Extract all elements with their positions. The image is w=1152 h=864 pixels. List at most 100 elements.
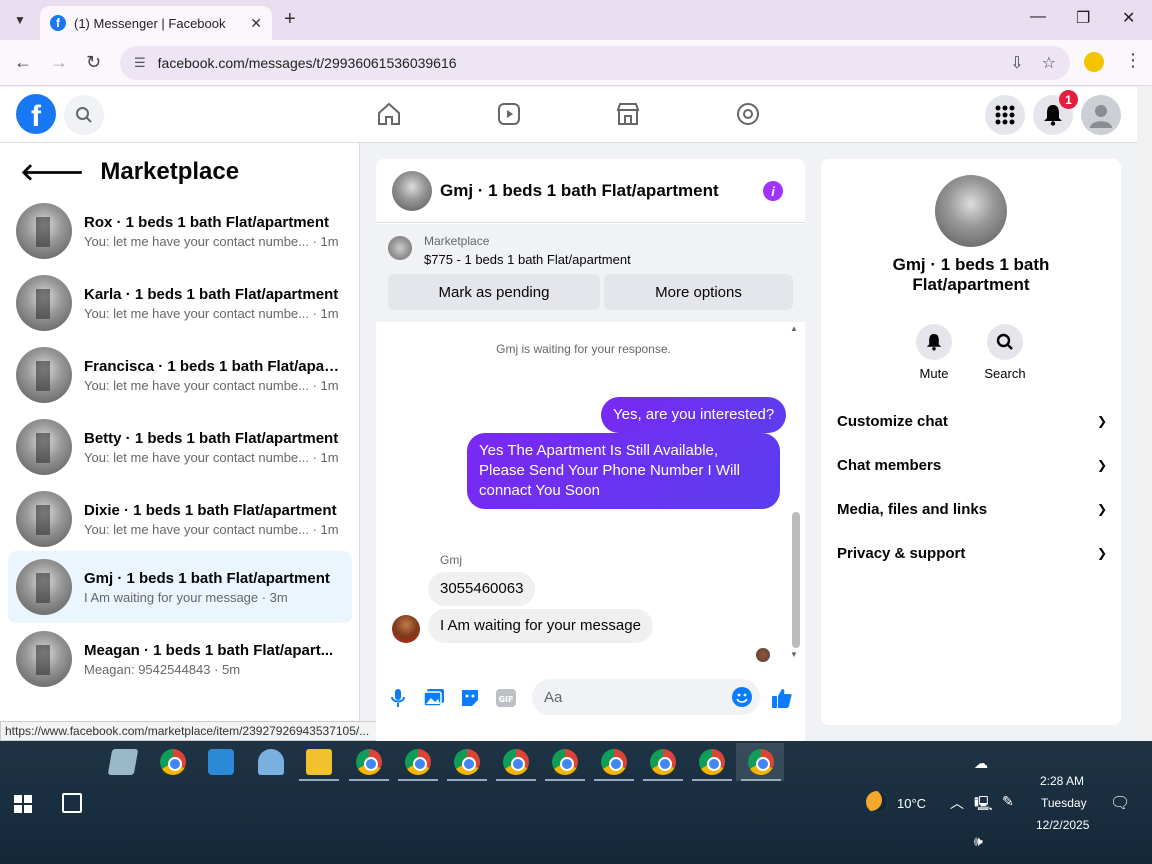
conversation-item[interactable]: Meagan · 1 beds 1 bath Flat/apart... Meag… — [8, 625, 352, 693]
back-icon[interactable]: ← — [14, 52, 32, 73]
chrome-profile-icon[interactable] — [356, 749, 382, 775]
conversation-item[interactable]: Betty · 1 beds 1 bath Flat/apartment You:… — [8, 413, 352, 481]
more-options-button[interactable]: More options — [604, 274, 793, 310]
notifications-center-icon[interactable]: 🗨 — [1110, 793, 1130, 813]
customize-chat-row[interactable]: Customize chat ❯ — [837, 399, 1107, 443]
extension-icon[interactable] — [1084, 52, 1104, 72]
info-icon[interactable]: i — [763, 181, 783, 201]
emoji-icon[interactable] — [732, 687, 752, 707]
privacy-support-row[interactable]: Privacy & support ❯ — [837, 531, 1107, 575]
chrome-icon[interactable] — [160, 749, 186, 775]
windows-taskbar: ☁ 10°C ︿ 🖳 ✎ 🕪 2:28 AM Tuesday 12/2/2025… — [0, 741, 1152, 864]
chevron-down-icon: ❯ — [1096, 502, 1107, 516]
chat-thumbnail[interactable] — [392, 170, 432, 211]
chrome-profile-icon[interactable] — [699, 749, 725, 775]
volume-icon[interactable]: 🕪 — [974, 833, 983, 850]
running-indicator — [692, 779, 732, 781]
sent-message[interactable]: Yes The Apartment Is Still Available, Pl… — [467, 433, 780, 509]
received-message[interactable]: 3055460063 — [428, 572, 536, 606]
conversation-item[interactable]: Francisca · 1 beds 1 bath Flat/apart... Y… — [8, 341, 352, 409]
photo-icon[interactable] — [423, 687, 445, 709]
conversation-name: Francisca · 1 beds 1 bath Flat/apart... — [84, 357, 340, 375]
url-text[interactable]: facebook.com/messages/t/2993606153603961… — [158, 55, 1011, 71]
install-app-icon[interactable]: ⇩ — [1010, 53, 1023, 73]
received-message[interactable]: I Am waiting for your message — [428, 609, 653, 643]
chrome-profile-icon[interactable] — [405, 749, 431, 775]
close-window-icon[interactable]: ✕ — [1122, 8, 1135, 28]
gif-icon[interactable]: GIF — [495, 687, 517, 709]
network-icon[interactable]: 🖳 — [974, 793, 993, 817]
media-files-links-row[interactable]: Media, files and links ❯ — [837, 487, 1107, 531]
scroll-down-icon[interactable]: ▼ — [790, 650, 798, 659]
gaming-icon[interactable] — [735, 101, 761, 127]
message-scrollbar[interactable] — [792, 512, 800, 648]
minimize-icon[interactable]: — — [1030, 8, 1046, 26]
facebook-logo-icon[interactable]: f — [16, 94, 56, 134]
sticker-icon[interactable] — [459, 687, 481, 709]
tab-close-icon[interactable]: ✕ — [250, 15, 262, 32]
site-info-icon[interactable]: ☰ — [134, 55, 146, 71]
scroll-up-icon[interactable]: ▲ — [790, 324, 798, 333]
listing-thumbnail[interactable] — [935, 175, 1007, 247]
tab-list-dropdown-icon[interactable]: ▼ — [8, 8, 32, 32]
windows-start-icon[interactable] — [14, 795, 32, 813]
clock-time[interactable]: 2:28 AM — [1040, 774, 1084, 788]
bookmark-star-icon[interactable]: ☆ — [1042, 53, 1056, 73]
reload-icon[interactable]: ↻ — [86, 52, 101, 73]
weather-moon-icon[interactable] — [866, 791, 888, 813]
chrome-profile-icon[interactable] — [601, 749, 627, 775]
listing-price[interactable]: $775 - 1 beds 1 bath Flat/apartment — [424, 252, 631, 267]
chevron-down-icon: ❯ — [1096, 458, 1107, 472]
conversation-item[interactable]: Dixie · 1 beds 1 bath Flat/apartment You:… — [8, 485, 352, 553]
message-input[interactable]: Aa — [532, 679, 760, 715]
section-label: Chat members — [837, 456, 942, 474]
search-icon[interactable] — [64, 95, 104, 135]
chrome-profile-icon[interactable] — [552, 749, 578, 775]
address-bar[interactable]: ☰ facebook.com/messages/t/29936061536039… — [120, 46, 1070, 80]
restore-icon[interactable]: ❐ — [1076, 8, 1090, 28]
browser-menu-icon[interactable]: ⋮ — [1124, 50, 1142, 71]
photos-app-icon[interactable] — [208, 749, 234, 775]
sender-avatar[interactable] — [392, 615, 420, 643]
marketplace-icon[interactable] — [615, 101, 641, 127]
back-arrow-icon[interactable]: 🡐 — [20, 157, 84, 187]
chrome-profile-icon-active[interactable] — [748, 749, 774, 775]
home-icon[interactable] — [376, 101, 402, 127]
onedrive-cloud-icon[interactable]: ☁ — [974, 755, 988, 772]
file-explorer-icon[interactable] — [306, 749, 332, 775]
conversation-item[interactable]: Rox · 1 beds 1 bath Flat/apartment You: l… — [8, 197, 352, 265]
search-in-chat-button[interactable]: Search — [975, 324, 1035, 381]
new-tab-icon[interactable]: + — [284, 8, 296, 31]
running-indicator — [349, 779, 389, 781]
forward-icon[interactable]: → — [50, 52, 68, 73]
video-icon[interactable] — [496, 101, 522, 127]
temperature[interactable]: 10°C — [897, 796, 926, 811]
mute-button[interactable]: Mute — [904, 324, 964, 381]
pen-icon[interactable]: ✎ — [1002, 793, 1014, 810]
chrome-profile-icon[interactable] — [650, 749, 676, 775]
microphone-icon[interactable] — [387, 687, 409, 709]
task-view-icon[interactable] — [62, 793, 82, 813]
notes-app-icon[interactable] — [107, 749, 139, 775]
menu-grid-icon[interactable] — [985, 95, 1025, 135]
clock-day[interactable]: Tuesday — [1041, 796, 1087, 810]
chat-title[interactable]: Gmj · 1 beds 1 bath Flat/apartment — [440, 181, 719, 201]
mark-pending-button[interactable]: Mark as pending — [388, 274, 600, 310]
browser-tab-messenger[interactable]: f (1) Messenger | Facebook ✕ — [40, 6, 272, 40]
page-scrollbar[interactable] — [1137, 87, 1152, 741]
paint-app-icon[interactable] — [258, 749, 284, 775]
thumbs-up-icon[interactable] — [771, 687, 793, 709]
chrome-profile-icon[interactable] — [503, 749, 529, 775]
chat-members-row[interactable]: Chat members ❯ — [837, 443, 1107, 487]
tray-chevron-up-icon[interactable]: ︿ — [950, 793, 964, 813]
sent-message[interactable]: Yes, are you interested? — [601, 397, 787, 433]
conversation-item[interactable]: Karla · 1 beds 1 bath Flat/apartment You:… — [8, 269, 352, 337]
conversation-item-active[interactable]: Gmj · 1 beds 1 bath Flat/apartment I Am w… — [8, 551, 352, 623]
browser-tabbar: ▼ f (1) Messenger | Facebook ✕ + — ❐ ✕ — [0, 0, 1152, 40]
profile-avatar[interactable] — [1081, 95, 1121, 135]
chrome-profile-icon[interactable] — [454, 749, 480, 775]
clock-date[interactable]: 12/2/2025 — [1036, 818, 1089, 832]
search-icon — [987, 324, 1023, 360]
marketplace-listing-bar: Marketplace $775 - 1 beds 1 bath Flat/ap… — [376, 224, 805, 322]
sender-name: Gmj — [440, 553, 462, 567]
